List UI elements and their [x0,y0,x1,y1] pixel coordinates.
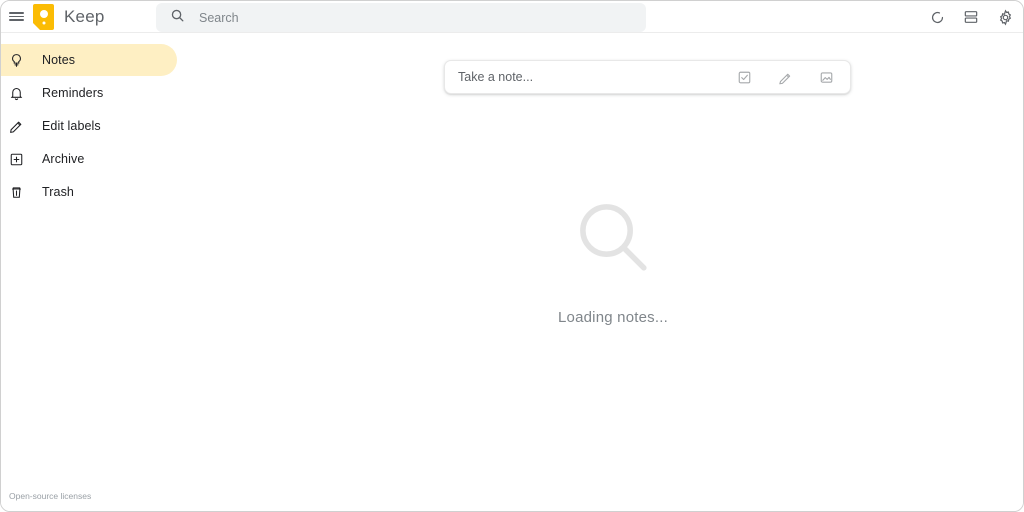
sidebar-item-trash[interactable]: Trash [1,176,177,208]
app-brand[interactable]: Keep [33,3,105,30]
sidebar-item-edit-labels[interactable]: Edit labels [1,110,177,142]
keep-app-window: Keep Search Notes Reminders Edit labels … [0,0,1024,512]
list-view-icon[interactable] [959,5,983,29]
lightbulb-icon [1,53,31,68]
sidebar-item-label: Edit labels [42,119,101,133]
new-image-icon[interactable] [816,67,836,87]
sidebar: Notes Reminders Edit labels Archive Tras… [1,34,201,511]
search-input[interactable]: Search [199,11,239,25]
archive-icon [1,152,31,167]
bell-icon [1,86,31,101]
sidebar-item-archive[interactable]: Archive [1,143,177,175]
new-list-icon[interactable] [734,67,754,87]
take-a-note-actions [734,67,840,87]
sidebar-item-label: Reminders [42,86,104,100]
magnifying-glass-icon [570,194,656,285]
app-title: Keep [64,6,105,26]
new-drawing-icon[interactable] [775,67,795,87]
menu-bar [8,15,24,18]
empty-state: Loading notes... [201,194,1023,326]
app-header: Keep Search [1,1,1023,33]
keep-logo-icon [33,3,54,30]
pencil-icon [1,119,31,134]
take-a-note-input[interactable]: Take a note... [458,70,734,84]
sidebar-item-label: Trash [42,185,74,199]
menu-bar [8,19,24,21]
empty-state-message: Loading notes... [558,309,668,326]
search-icon [170,8,185,28]
sidebar-item-label: Archive [42,152,85,166]
sidebar-item-reminders[interactable]: Reminders [1,77,177,109]
sidebar-item-label: Notes [42,53,76,67]
header-actions [925,1,1017,33]
menu-bar [8,12,24,14]
search-bar[interactable]: Search [156,3,646,32]
trash-icon [1,185,31,200]
refresh-icon[interactable] [925,5,949,29]
settings-gear-icon[interactable] [993,5,1017,29]
hamburger-menu-icon[interactable] [1,1,31,33]
open-source-licenses-link[interactable]: Open-source licenses [9,491,91,501]
main-content: Take a note... Loading notes... [201,34,1023,511]
sidebar-item-notes[interactable]: Notes [1,44,177,76]
take-a-note-box[interactable]: Take a note... [444,60,851,94]
